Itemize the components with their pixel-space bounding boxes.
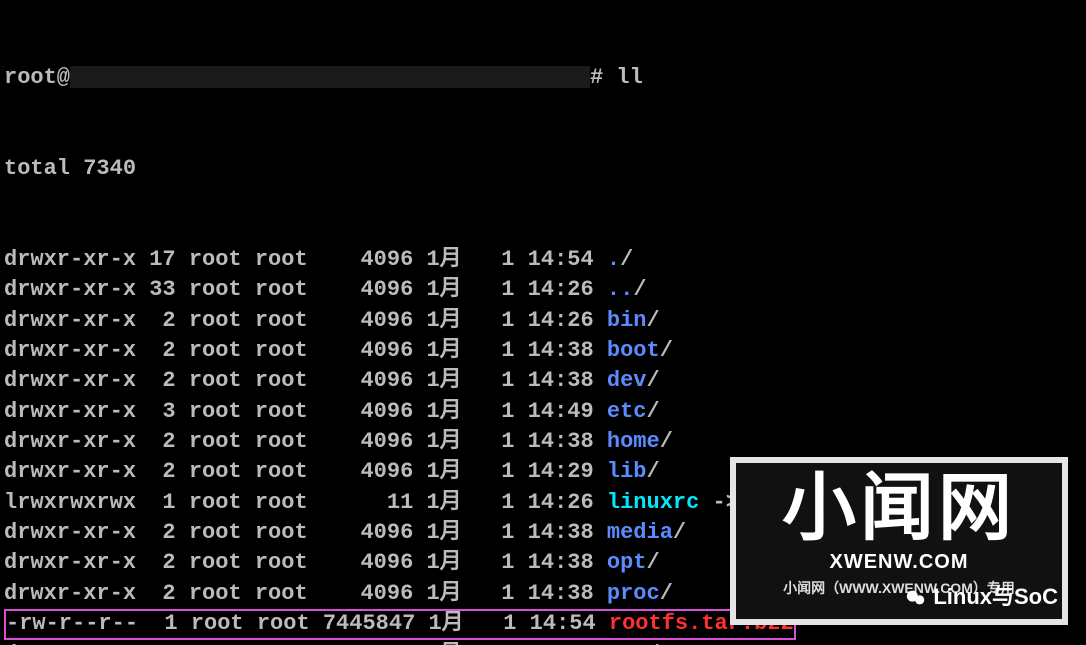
- wechat-icon: [905, 587, 927, 609]
- prompt-user: root@: [4, 65, 70, 90]
- watermark-site: XWENW.COM: [736, 551, 1062, 574]
- file-meta: drwxr-xr-x 2 root root 4096 1月 1 14:38: [4, 429, 607, 454]
- total-line: total 7340: [4, 154, 1082, 184]
- list-item: drwxr-xr-x 2 root root 4096 1月 1 14:38 h…: [4, 427, 1082, 457]
- dir-name: lib: [607, 459, 647, 484]
- file-meta: lrwxrwxrwx 1 root root 11 1月 1 14:26: [4, 490, 607, 515]
- list-item: drwxr-xr-x 3 root root 4096 1月 1 14:49 e…: [4, 397, 1082, 427]
- file-meta: drwxr-xr-x 33 root root 4096 1月 1 14:26: [4, 277, 607, 302]
- file-meta: drwxr-xr-x 2 root root 4096 1月 1 14:38: [4, 550, 607, 575]
- file-meta: drwxr-xr-x 2 root root 4096 1月 1 14:38: [4, 642, 607, 645]
- dir-name: run: [607, 642, 647, 645]
- dir-name: ..: [607, 277, 633, 302]
- file-meta: drwxr-xr-x 2 root root 4096 1月 1 14:38: [4, 338, 607, 363]
- dir-name: media: [607, 520, 673, 545]
- prompt-command: # ll: [590, 65, 643, 90]
- file-meta: drwxr-xr-x 3 root root 4096 1月 1 14:49: [4, 399, 607, 424]
- dir-name: bin: [607, 308, 647, 333]
- watermark-tag: Linux与SoC: [905, 579, 1058, 611]
- dir-name: boot: [607, 338, 660, 363]
- list-item: drwxr-xr-x 17 root root 4096 1月 1 14:54 …: [4, 245, 1082, 275]
- file-meta: drwxr-xr-x 2 root root 4096 1月 1 14:26: [4, 308, 607, 333]
- watermark-tag-label: Linux与SoC: [933, 584, 1058, 609]
- file-meta: drwxr-xr-x 2 root root 4096 1月 1 14:29: [4, 459, 607, 484]
- file-meta: drwxr-xr-x 2 root root 4096 1月 1 14:38: [4, 520, 607, 545]
- redacted-host: [70, 66, 590, 88]
- dir-name: home: [607, 429, 660, 454]
- dir-name: etc: [607, 399, 647, 424]
- file-meta: drwxr-xr-x 2 root root 4096 1月 1 14:38: [4, 368, 607, 393]
- list-item: drwxr-xr-x 2 root root 4096 1月 1 14:38 r…: [4, 640, 1082, 645]
- file-meta: drwxr-xr-x 2 root root 4096 1月 1 14:38: [4, 581, 607, 606]
- list-item: drwxr-xr-x 2 root root 4096 1月 1 14:38 b…: [4, 336, 1082, 366]
- watermark-title: 小闻网: [736, 469, 1062, 547]
- dir-name: proc: [607, 581, 660, 606]
- prompt-line: root@ # ll: [4, 63, 1082, 93]
- dir-name: .: [607, 247, 620, 272]
- file-meta: drwxr-xr-x 17 root root 4096 1月 1 14:54: [4, 247, 607, 272]
- dir-name: dev: [607, 368, 647, 393]
- link-name: linuxrc: [607, 490, 699, 515]
- list-item: drwxr-xr-x 33 root root 4096 1月 1 14:26 …: [4, 275, 1082, 305]
- dir-name: opt: [607, 550, 647, 575]
- file-meta: -rw-r--r-- 1 root root 7445847 1月 1 14:5…: [6, 611, 609, 636]
- list-item: drwxr-xr-x 2 root root 4096 1月 1 14:38 d…: [4, 366, 1082, 396]
- list-item: drwxr-xr-x 2 root root 4096 1月 1 14:26 b…: [4, 306, 1082, 336]
